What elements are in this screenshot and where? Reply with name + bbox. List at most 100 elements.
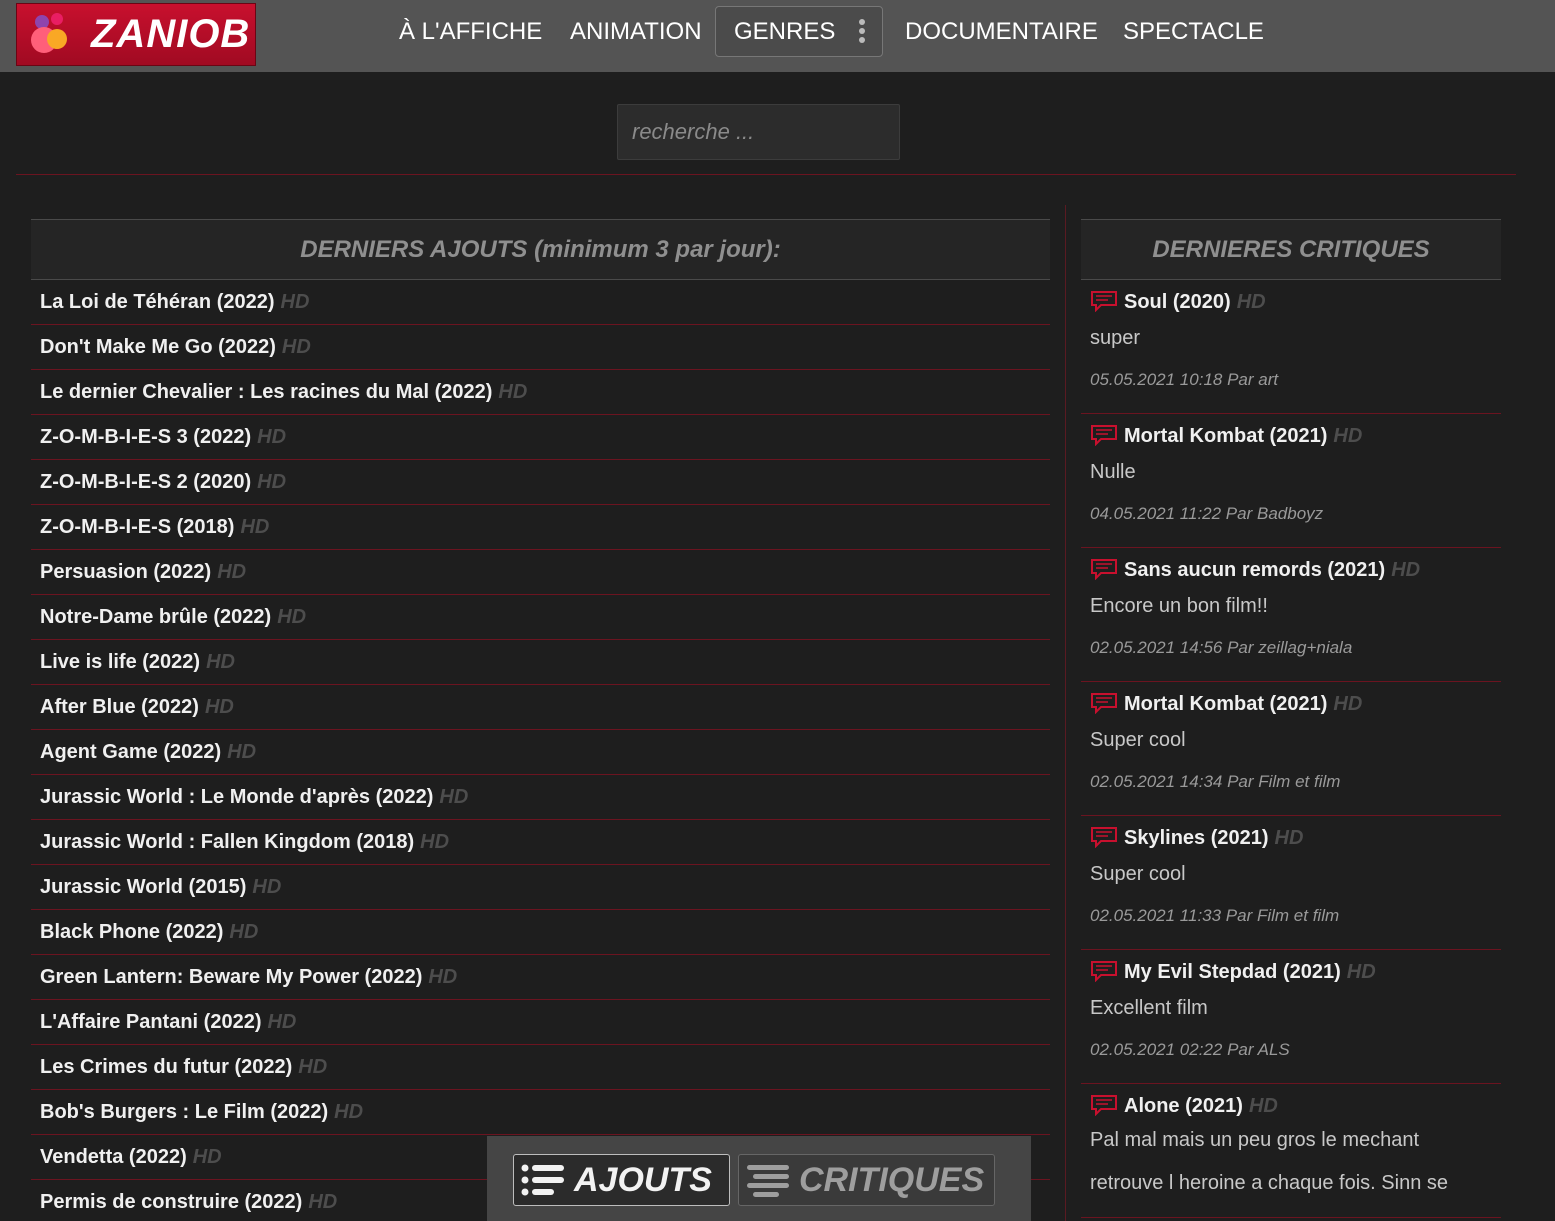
review-text: Super cool [1090, 729, 1186, 751]
review-item: Skylines (2021) HD Super cool 02.05.2021 … [1081, 816, 1501, 950]
header-divider [16, 174, 1516, 175]
review-text: Super cool [1090, 863, 1186, 885]
addition-link[interactable]: Live is life (2022) [40, 651, 200, 673]
latest-reviews-panel: DERNIERES CRITIQUES Soul (2020) HD super … [1081, 219, 1501, 1218]
hd-badge: HD [280, 291, 310, 313]
comment-icon [1091, 1094, 1117, 1116]
addition-link[interactable]: Le dernier Chevalier : Les racines du Ma… [40, 381, 492, 403]
review-title-link[interactable]: Mortal Kombat (2021) [1124, 693, 1327, 715]
hd-badge: HD [1333, 693, 1363, 715]
addition-link[interactable]: Z-O-M-B-I-E-S 3 (2022) [40, 426, 251, 448]
hd-badge: HD [308, 1191, 338, 1213]
review-text: super [1090, 327, 1141, 349]
hd-badge: HD [1391, 559, 1421, 581]
hd-badge: HD [1333, 425, 1363, 447]
nav-spectacle[interactable]: SPECTACLE [1123, 14, 1264, 50]
latest-reviews-heading: DERNIERES CRITIQUES [1081, 219, 1501, 280]
hd-badge: HD [192, 1146, 222, 1168]
hd-badge: HD [1236, 291, 1266, 313]
addition-item: Z-O-M-B-I-E-S 2 (2020) HD [31, 460, 1050, 505]
addition-item: Jurassic World (2015) HD [31, 865, 1050, 910]
comment-icon [1091, 826, 1117, 848]
hd-badge: HD [257, 426, 287, 448]
addition-link[interactable]: La Loi de Téhéran (2022) [40, 291, 275, 313]
hd-badge: HD [204, 696, 234, 718]
addition-link[interactable]: Vendetta (2022) [40, 1146, 187, 1168]
review-title-link[interactable]: My Evil Stepdad (2021) [1124, 961, 1341, 983]
review-meta: 02.05.2021 14:56 Par zeillag+niala [1090, 638, 1353, 657]
addition-link[interactable]: After Blue (2022) [40, 696, 199, 718]
addition-item: Notre-Dame brûle (2022) HD [31, 595, 1050, 640]
review-item: Mortal Kombat (2021) HD Super cool 02.05.… [1081, 682, 1501, 816]
hd-badge: HD [281, 336, 311, 358]
addition-link[interactable]: Agent Game (2022) [40, 741, 221, 763]
addition-item: Jurassic World : Le Monde d'après (2022)… [31, 775, 1050, 820]
addition-item: Z-O-M-B-I-E-S (2018) HD [31, 505, 1050, 550]
hd-badge: HD [1248, 1095, 1278, 1117]
search-input[interactable] [617, 104, 900, 160]
addition-link[interactable]: Bob's Burgers : Le Film (2022) [40, 1101, 328, 1123]
addition-link[interactable]: Les Crimes du futur (2022) [40, 1056, 292, 1078]
hd-badge: HD [267, 1011, 297, 1033]
review-item: My Evil Stepdad (2021) HD Excellent film … [1081, 950, 1501, 1084]
addition-item: Z-O-M-B-I-E-S 3 (2022) HD [31, 415, 1050, 460]
list-icon [747, 1165, 789, 1197]
addition-link[interactable]: Jurassic World : Fallen Kingdom (2018) [40, 831, 414, 853]
review-title-link[interactable]: Alone (2021) [1124, 1095, 1243, 1117]
hd-badge: HD [439, 786, 469, 808]
review-text: Nulle [1090, 461, 1136, 483]
review-text: Encore un bon film!! [1090, 595, 1268, 617]
review-title-link[interactable]: Soul (2020) [1124, 291, 1231, 313]
nav-animation[interactable]: ANIMATION [570, 14, 702, 50]
site-logo[interactable]: ZANIOB [16, 3, 256, 66]
addition-link[interactable]: Permis de construire (2022) [40, 1191, 302, 1213]
review-title-link[interactable]: Sans aucun remords (2021) [1124, 559, 1385, 581]
section-toggle-bar: AJOUTS CRITIQUES [487, 1136, 1031, 1221]
addition-item: After Blue (2022) HD [31, 685, 1050, 730]
review-title-link[interactable]: Skylines (2021) [1124, 827, 1269, 849]
addition-link[interactable]: Jurassic World (2015) [40, 876, 246, 898]
hd-badge: HD [217, 561, 247, 583]
addition-link[interactable]: Black Phone (2022) [40, 921, 223, 943]
top-navbar: ZANIOB À L'AFFICHE ANIMATION GENRES DOCU… [0, 0, 1555, 72]
hd-badge: HD [428, 966, 458, 988]
review-item: Soul (2020) HD super 05.05.2021 10:18 Par… [1081, 280, 1501, 414]
column-divider [1065, 205, 1066, 1221]
nav-documentaire[interactable]: DOCUMENTAIRE [905, 14, 1098, 50]
hd-badge: HD [240, 516, 270, 538]
nav-genres-dropdown[interactable]: GENRES [715, 6, 883, 57]
addition-link[interactable]: Z-O-M-B-I-E-S 2 (2020) [40, 471, 251, 493]
review-title-link[interactable]: Mortal Kombat (2021) [1124, 425, 1327, 447]
addition-item: Le dernier Chevalier : Les racines du Ma… [31, 370, 1050, 415]
addition-link[interactable]: Z-O-M-B-I-E-S (2018) [40, 516, 234, 538]
nav-a-l-affiche[interactable]: À L'AFFICHE [399, 14, 542, 50]
review-item: Sans aucun remords (2021) HD Encore un bo… [1081, 548, 1501, 682]
critiques-button[interactable]: CRITIQUES [738, 1154, 995, 1206]
addition-link[interactable]: Green Lantern: Beware My Power (2022) [40, 966, 422, 988]
hd-badge: HD [252, 876, 282, 898]
logo-icon [17, 5, 79, 65]
addition-link[interactable]: L'Affaire Pantani (2022) [40, 1011, 261, 1033]
addition-item: Persuasion (2022) HD [31, 550, 1050, 595]
addition-item: Green Lantern: Beware My Power (2022) HD [31, 955, 1050, 1000]
nav-genres-label: GENRES [734, 18, 836, 45]
review-item: Mortal Kombat (2021) HD Nulle 04.05.2021 … [1081, 414, 1501, 548]
addition-item: L'Affaire Pantani (2022) HD [31, 1000, 1050, 1045]
addition-link[interactable]: Notre-Dame brûle (2022) [40, 606, 271, 628]
comment-icon [1091, 424, 1117, 446]
addition-item: Les Crimes du futur (2022) HD [31, 1045, 1050, 1090]
review-meta: 02.05.2021 14:34 Par Film et film [1090, 772, 1341, 791]
hd-badge: HD [498, 381, 528, 403]
addition-link[interactable]: Jurassic World : Le Monde d'après (2022) [40, 786, 433, 808]
addition-item: Jurassic World : Fallen Kingdom (2018) HD [31, 820, 1050, 865]
addition-link[interactable]: Persuasion (2022) [40, 561, 211, 583]
comment-icon [1091, 960, 1117, 982]
hd-badge: HD [420, 831, 450, 853]
addition-item: Bob's Burgers : Le Film (2022) HD [31, 1090, 1050, 1135]
addition-item: Live is life (2022) HD [31, 640, 1050, 685]
brand-name: ZANIOB [91, 12, 251, 56]
comment-icon [1091, 692, 1117, 714]
ajouts-button[interactable]: AJOUTS [513, 1154, 730, 1206]
hd-badge: HD [229, 921, 259, 943]
addition-link[interactable]: Don't Make Me Go (2022) [40, 336, 276, 358]
